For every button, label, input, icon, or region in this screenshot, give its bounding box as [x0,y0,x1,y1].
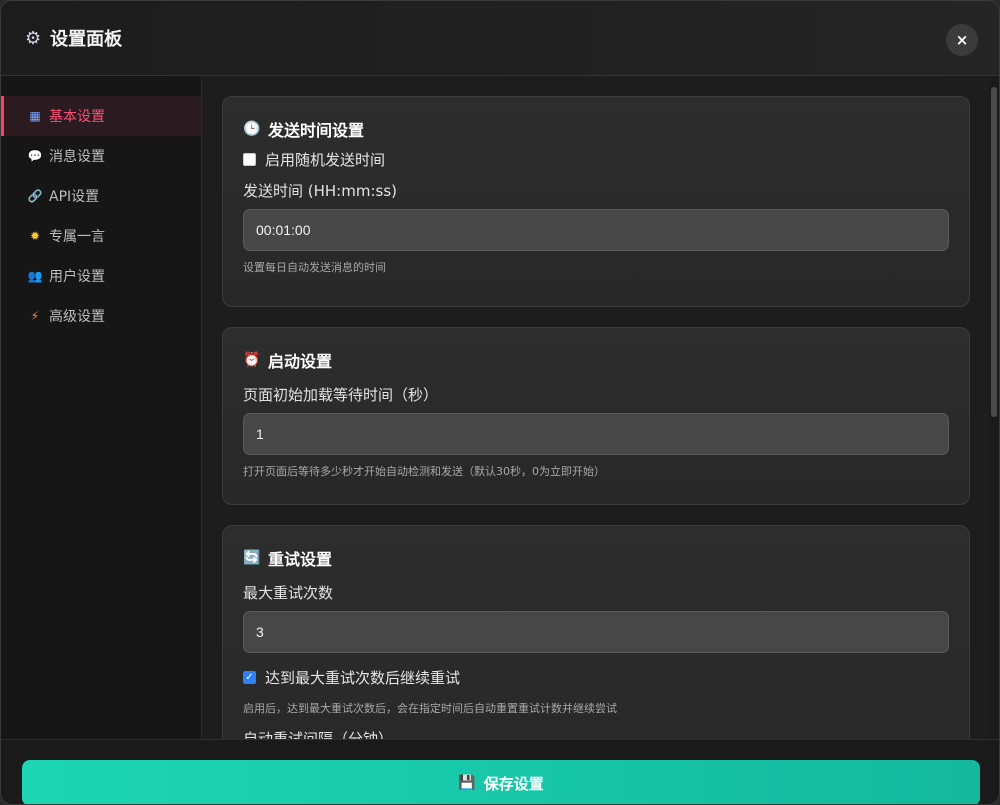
lightning-icon: ⚡ [30,309,40,323]
send-time-hint: 设置每日自动发送消息的时间 [243,261,386,274]
continue-retry-checkbox[interactable]: ✓ [243,671,256,684]
clock-icon: 🕒 [243,121,261,137]
sidebar-item-label: 高级设置 [49,309,105,325]
gear-icon: ⚙ [25,27,42,49]
send-time-input[interactable]: 00:01:00 [243,209,949,251]
sidebar-item-label: 基本设置 [49,109,105,125]
sidebar-item-message[interactable]: 💬 消息设置 [1,136,201,176]
floppy-disk-icon: 💾 [458,775,476,791]
card-title: 🔄 重试设置 [243,546,949,570]
sidebar-item-label: API设置 [49,189,100,205]
continue-retry-checkbox-row[interactable]: ✓ 达到最大重试次数后继续重试 [243,667,949,688]
sidebar-item-user[interactable]: 👥 用户设置 [1,256,201,296]
sidebar-item-api[interactable]: 🔗 API设置 [1,176,201,216]
settings-panel: ⚙ 设置面板 × ▦ 基本设置 💬 消息设置 🔗 API设置 ✹ 专属一言 👥 … [0,0,1000,805]
continue-retry-hint: 启用后，达到最大重试次数后，会在指定时间后自动重置重试计数并继续尝试 [243,702,617,715]
card-title-text: 启动设置 [268,352,333,371]
save-settings-button[interactable]: 💾 保存设置 [22,760,980,804]
panel-footer: 💾 保存设置 [1,739,999,804]
max-retry-input[interactable]: 3 [243,611,949,653]
wait-time-input[interactable]: 1 [243,413,949,455]
retry-interval-label: 自动重试间隔（分钟） [243,730,394,739]
card-title: 🕒 发送时间设置 [243,117,949,141]
sidebar-item-label: 消息设置 [49,149,105,165]
card-title-text: 发送时间设置 [268,121,365,140]
scrollbar-thumb[interactable] [991,87,997,417]
users-icon: 👥 [27,269,43,283]
link-icon: 🔗 [27,189,43,203]
sidebar-item-basic[interactable]: ▦ 基本设置 [1,96,201,136]
retry-card: 🔄 重试设置 最大重试次数 3 ✓ 达到最大重试次数后继续重试 启用后，达到最大… [222,525,970,739]
sun-icon: ✹ [29,229,41,243]
sidebar-item-label: 专属一言 [49,229,105,245]
speech-bubble-icon: 💬 [27,149,43,163]
alarm-clock-icon: ⏰ [243,352,261,368]
save-button-label: 保存设置 [483,774,544,793]
sidebar-item-advanced[interactable]: ⚡ 高级设置 [1,296,201,336]
random-time-label: 启用随机发送时间 [265,151,386,169]
refresh-icon: 🔄 [243,550,261,566]
continue-retry-label: 达到最大重试次数后继续重试 [265,669,461,687]
wait-time-hint: 打开页面后等待多少秒才开始自动检测和发送（默认30秒，0为立即开始） [243,465,605,478]
calendar-icon: ▦ [29,109,41,123]
settings-content: 🕒 发送时间设置 启用随机发送时间 发送时间 (HH:mm:ss) 00:01:… [202,76,990,739]
startup-card: ⏰ 启动设置 页面初始加载等待时间（秒） 1 打开页面后等待多少秒才开始自动检测… [222,327,970,505]
random-time-checkbox-row[interactable]: 启用随机发送时间 [243,149,949,170]
card-title-text: 重试设置 [268,550,333,569]
sidebar: ▦ 基本设置 💬 消息设置 🔗 API设置 ✹ 专属一言 👥 用户设置 ⚡ 高级… [1,76,202,739]
panel-header: ⚙ 设置面板 × [1,1,999,76]
send-time-card: 🕒 发送时间设置 启用随机发送时间 发送时间 (HH:mm:ss) 00:01:… [222,96,970,307]
max-retry-label: 最大重试次数 [243,584,334,602]
send-time-label: 发送时间 (HH:mm:ss) [243,182,397,200]
sidebar-item-label: 用户设置 [49,269,105,285]
card-title: ⏰ 启动设置 [243,348,949,372]
close-button[interactable]: × [946,24,978,56]
sidebar-item-quote[interactable]: ✹ 专属一言 [1,216,201,256]
random-time-checkbox[interactable] [243,153,256,166]
panel-title: 设置面板 [50,29,123,50]
wait-time-label: 页面初始加载等待时间（秒） [243,386,439,404]
